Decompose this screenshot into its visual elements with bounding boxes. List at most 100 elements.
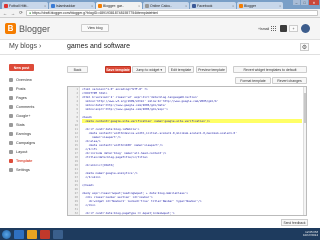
window-controls: – □ ✕ — [293, 0, 319, 5]
forward-arrow-icon[interactable]: → — [10, 10, 16, 16]
taskbar-app-icon[interactable] — [40, 229, 50, 239]
sidebar-item-icon — [9, 131, 13, 136]
sidebar-item-label: Comments — [16, 104, 35, 109]
gear-icon[interactable]: ⚙ — [300, 43, 309, 51]
start-button-icon[interactable] — [2, 229, 11, 239]
browser-tab[interactable]: Blogger: gar.. × — [96, 2, 142, 9]
sidebar-item-earnings[interactable]: Earnings — [9, 130, 59, 137]
sidebar-item-label: Earnings — [16, 131, 31, 136]
sidebar-item-campaigns[interactable]: Campaigns — [9, 139, 59, 146]
browser-tab[interactable]: Fotball Hiitt.. × — [2, 2, 48, 9]
user-name-link[interactable]: +Ismail — [258, 27, 269, 31]
sidebar-item-icon — [9, 158, 13, 163]
sidebar-item-label: Overview — [16, 77, 32, 82]
send-feedback-button[interactable]: Send feedback — [281, 219, 308, 226]
sidebar-item-icon — [9, 167, 13, 172]
view-blog-button[interactable]: View blog — [81, 24, 109, 32]
tab-close-icon[interactable]: × — [138, 4, 140, 8]
sidebar-item-label: Posts — [16, 86, 26, 91]
sidebar-item-icon — [9, 77, 13, 82]
favicon-icon — [192, 3, 196, 8]
back-arrow-icon[interactable]: ← — [2, 10, 8, 16]
sidebar-item-overview[interactable]: Overview — [9, 76, 59, 83]
browser-tab-label: Blogger — [244, 3, 257, 8]
favicon-icon — [4, 3, 8, 8]
scrollbar-thumb[interactable] — [304, 93, 306, 123]
sidebar-item-google-[interactable]: Google+ — [9, 112, 59, 119]
sidebar-item-label: Settings — [16, 167, 30, 172]
system-tray: 12:05 PM 10/17/2014 — [303, 230, 318, 238]
sidebar-item-settings[interactable]: Settings — [9, 166, 59, 173]
taskbar-app-icon[interactable] — [14, 229, 24, 239]
blogger-logo[interactable]: B — [5, 23, 16, 34]
revert-widget-templates-button[interactable]: Revert widget templates to default — [233, 66, 307, 73]
notifications-icon[interactable] — [280, 25, 287, 32]
taskbar-app-icon[interactable] — [53, 229, 63, 239]
tab-close-icon[interactable]: × — [91, 4, 93, 8]
sidebar-item-icon — [9, 86, 13, 91]
sidebar-item-pages[interactable]: Pages — [9, 94, 59, 101]
url-text: https://draft.blogger.com/blogger.g?blog… — [32, 11, 159, 15]
favicon-icon — [51, 3, 55, 8]
tab-close-icon[interactable]: × — [185, 4, 187, 8]
sidebar-item-icon — [9, 140, 13, 145]
line-number-gutter: 1 2 3 4 5 6 7 8 9 10 11 12 13 14 15 16 17 18 19 20 21 22 23 24 2… — [68, 87, 80, 215]
browser-tab-strip: Fotball Hiitt.. × Islamhaddar × Blogger: gar… — [0, 0, 320, 9]
reload-icon[interactable]: ⟳ — [18, 10, 24, 16]
share-button[interactable]: + — [289, 25, 298, 32]
browser-tab-label: Blogger: gar.. — [103, 3, 124, 8]
apps-grid-icon[interactable] — [271, 26, 276, 31]
sidebar-item-stats[interactable]: Stats — [9, 121, 59, 128]
minimize-button[interactable]: – — [293, 0, 300, 5]
sidebar-item-icon — [9, 149, 13, 154]
sidebar-item-icon — [9, 95, 13, 100]
line-number: 33 — [68, 215, 79, 216]
close-window-button[interactable]: ✕ — [309, 0, 319, 5]
template-html-editor[interactable]: 1 2 3 4 5 6 7 8 9 10 11 12 13 14 15 16 17 18 19 20 21 22 23 24 2… — [67, 86, 307, 216]
edit-template-button[interactable]: Edit template — [168, 66, 194, 73]
browser-tab-label: Islamhaddar — [56, 3, 76, 8]
new-post-button[interactable]: New post — [9, 64, 34, 71]
browser-tab-label: Online Calcu.. — [150, 3, 172, 8]
avatar[interactable] — [301, 24, 310, 33]
browser-tab[interactable]: Islamhaddar × — [49, 2, 95, 9]
favicon-icon — [98, 3, 102, 8]
tab-close-icon[interactable]: × — [44, 4, 46, 8]
my-blogs-link[interactable]: My blogs › — [9, 43, 41, 50]
sidebar-item-layout[interactable]: Layout — [9, 148, 59, 155]
url-field[interactable]: ● https://draft.blogger.com/blogger.g?bl… — [26, 10, 318, 16]
sidebar-item-label: Pages — [16, 95, 27, 100]
preview-template-button[interactable]: Preview template — [196, 66, 227, 73]
sidebar-item-label: Layout — [16, 149, 28, 154]
jump-to-widget-dropdown[interactable]: Jump to widget ▾ — [132, 66, 166, 73]
taskbar-app-icon[interactable] — [27, 229, 37, 239]
sidebar-item-label: Stats — [16, 122, 25, 127]
sidebar-item-label: Template — [16, 158, 33, 163]
maximize-button[interactable]: □ — [301, 0, 308, 5]
lock-icon: ● — [29, 11, 32, 15]
sidebar-item-icon — [9, 113, 13, 118]
code-line[interactable]: <script type='text/javascript'> — [82, 215, 302, 216]
clock[interactable]: 12:05 PM 10/17/2014 — [303, 230, 318, 238]
save-template-button[interactable]: Save template — [105, 66, 131, 73]
tab-close-icon[interactable]: × — [279, 4, 281, 8]
brand-name: Blogger — [19, 24, 51, 34]
browser-tab[interactable]: Online Calcu.. × — [143, 2, 189, 9]
sidebar-item-comments[interactable]: Comments — [9, 103, 59, 110]
revert-changes-button[interactable]: Revert changes — [272, 77, 307, 84]
address-bar: ← → ⟳ ● https://draft.blogger.com/blogge… — [0, 9, 320, 18]
browser-tab[interactable]: Blogger × — [237, 2, 283, 9]
favicon-icon — [239, 3, 243, 8]
my-blogs-label: My blogs — [9, 43, 38, 50]
browser-tab[interactable]: Facebook × — [190, 2, 236, 9]
code-area[interactable]: <?xml version="1.0" encoding="UTF-8" ?> <… — [82, 87, 302, 216]
back-button[interactable]: Back — [67, 66, 88, 73]
sidebar-item-posts[interactable]: Posts — [9, 85, 59, 92]
blog-subheader: My blogs › games and software ⚙ — [0, 40, 320, 55]
sidebar-item-icon — [9, 122, 13, 127]
tab-close-icon[interactable]: × — [232, 4, 234, 8]
sidebar-item-template[interactable]: Template — [9, 157, 59, 164]
breadcrumb-separator: › — [38, 43, 42, 50]
format-template-button[interactable]: Format template — [235, 77, 271, 84]
editor-scrollbar[interactable] — [303, 87, 306, 215]
